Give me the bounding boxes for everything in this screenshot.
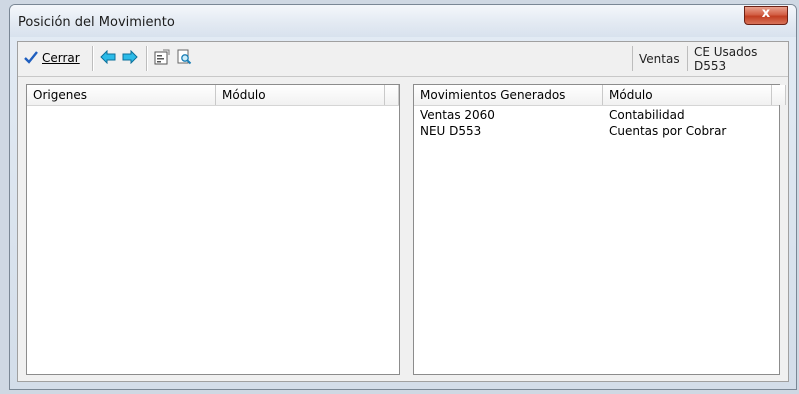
panel-splitter[interactable] [405, 84, 409, 375]
generated-rows: Ventas 2060 Contabilidad NEU D553 Cuenta… [414, 107, 779, 139]
close-button[interactable]: Cerrar [24, 47, 80, 69]
close-button-label: Cerrar [42, 51, 80, 65]
module-cell: Cuentas por Cobrar [609, 124, 727, 138]
view-document-button[interactable] [176, 47, 192, 69]
properties-icon [154, 49, 170, 68]
status-movement: CE Usados D553 [687, 45, 788, 73]
dialog-window: Posición del Movimiento x Cerrar Ventas … [9, 4, 797, 390]
generated-grid[interactable]: Movimientos Generados Módulo Ventas 2060… [413, 84, 786, 375]
col-header-filler [385, 85, 399, 105]
arrow-left-icon [100, 49, 116, 67]
col-header-filler [772, 85, 786, 105]
arrow-right-icon [122, 49, 138, 67]
col-header-modulo[interactable]: Módulo [603, 85, 772, 105]
toolbar: Cerrar Ventas CE Usados D553 [18, 42, 788, 77]
check-icon [24, 50, 38, 67]
close-window-button[interactable]: x [744, 6, 788, 25]
table-row[interactable]: NEU D553 Cuentas por Cobrar [414, 123, 779, 139]
close-icon: x [761, 6, 771, 21]
movement-cell: NEU D553 [420, 124, 482, 138]
col-header-origenes[interactable]: Origenes [27, 85, 216, 105]
origins-grid[interactable]: Origenes Módulo [26, 84, 400, 375]
next-button[interactable] [122, 47, 138, 69]
search-document-icon [176, 49, 192, 68]
module-cell: Contabilidad [609, 108, 685, 122]
client-area: Cerrar Ventas CE Usados D553 Origenes Mó… [17, 41, 789, 382]
table-row[interactable]: Ventas 2060 Contabilidad [414, 107, 779, 123]
col-header-modulo[interactable]: Módulo [216, 85, 385, 105]
toolbar-separator [146, 46, 148, 71]
title-bar[interactable]: Posición del Movimiento x [10, 5, 796, 37]
previous-button[interactable] [100, 47, 116, 69]
toolbar-separator [92, 46, 94, 71]
window-title: Posición del Movimiento [18, 15, 175, 30]
status-module: Ventas [632, 46, 686, 71]
movement-cell: Ventas 2060 [420, 108, 495, 122]
col-header-movimientos[interactable]: Movimientos Generados [414, 85, 603, 105]
properties-button[interactable] [154, 47, 170, 69]
generated-grid-header: Movimientos Generados Módulo [414, 85, 786, 106]
origins-grid-header: Origenes Módulo [27, 85, 399, 106]
